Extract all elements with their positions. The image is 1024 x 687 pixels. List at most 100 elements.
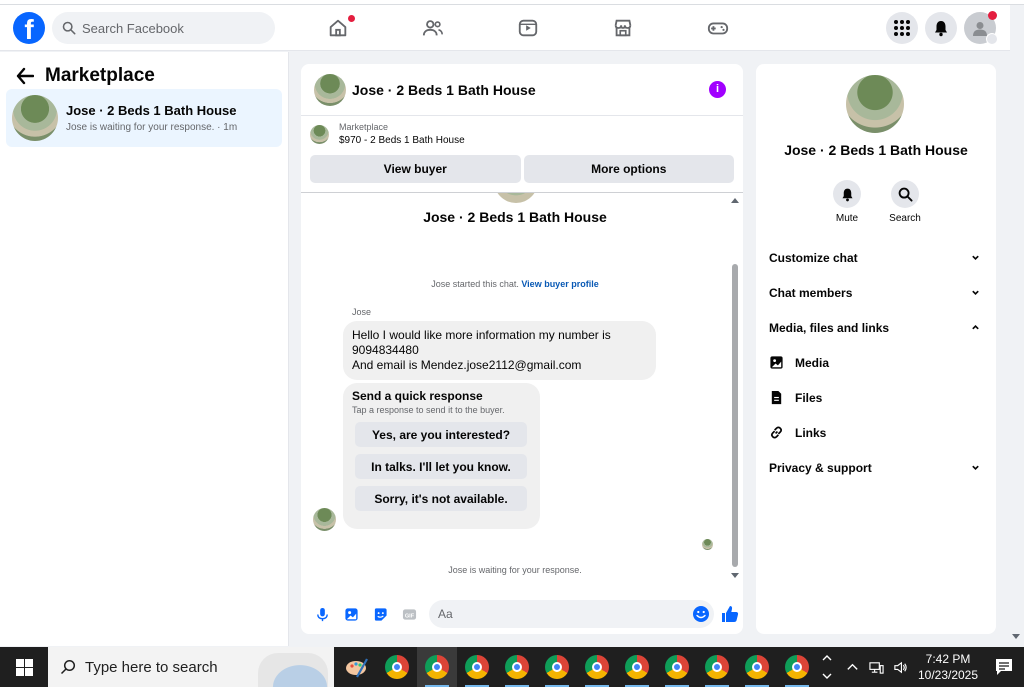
taskbar-search-box[interactable]: Type here to search — [48, 647, 334, 687]
info-icon[interactable]: i — [709, 81, 726, 98]
sticker-button[interactable] — [369, 603, 391, 625]
taskbar-app-chrome-active[interactable] — [417, 647, 457, 687]
taskbar-app-chrome[interactable] — [777, 647, 817, 687]
nav-marketplace[interactable] — [575, 5, 670, 51]
taskbar-app-chrome[interactable] — [537, 647, 577, 687]
links-row[interactable]: Links — [756, 415, 996, 450]
thumbs-up-icon[interactable] — [720, 604, 740, 624]
message-composer: GIF Aa — [301, 594, 743, 634]
volume-button[interactable] — [888, 647, 912, 687]
link-icon — [770, 426, 783, 439]
message-list: Jose · 2 Beds 1 Bath House Jose started … — [301, 193, 743, 593]
chrome-icon — [585, 655, 609, 679]
started-text: Jose started this chat. — [431, 279, 519, 289]
nav-gaming[interactable] — [670, 5, 765, 51]
clock-date: 10/23/2025 — [917, 668, 979, 682]
page-scroll-down-arrow[interactable] — [1012, 634, 1020, 639]
taskbar-app-chrome[interactable] — [657, 647, 697, 687]
nav-friends[interactable] — [385, 5, 480, 51]
bell-icon — [935, 21, 947, 37]
taskbar-app-chrome[interactable] — [617, 647, 657, 687]
nav-watch[interactable] — [480, 5, 575, 51]
taskbar-app-chrome[interactable] — [697, 647, 737, 687]
taskbar-app-chrome[interactable] — [737, 647, 777, 687]
privacy-support-row[interactable]: Privacy & support — [756, 450, 996, 485]
chat-list-item[interactable]: Jose · 2 Beds 1 Bath House Jose is waiti… — [6, 89, 282, 147]
marketplace-icon — [614, 19, 631, 37]
media-files-links-label: Media, files and links — [769, 320, 890, 335]
scroll-up-arrow[interactable] — [731, 198, 739, 203]
scroll-down-arrow[interactable] — [731, 573, 739, 578]
chat-item-subtitle: Jose is waiting for your response. · 1m — [66, 122, 238, 133]
details-avatar[interactable] — [846, 75, 904, 133]
svg-text:GIF: GIF — [404, 613, 414, 619]
search-icon — [62, 21, 76, 35]
message-line[interactable]: 9094834480 — [352, 343, 647, 358]
search-icon — [898, 187, 913, 202]
menu-button[interactable] — [886, 12, 918, 44]
message-line: Hello I would like more information my n… — [352, 328, 611, 342]
quick-reply-in-talks[interactable]: In talks. I'll let you know. — [355, 454, 527, 479]
taskbar-app-paint[interactable] — [337, 647, 377, 687]
header-thumbnail[interactable] — [314, 73, 346, 106]
emoji-icon[interactable] — [692, 605, 710, 623]
microphone-icon — [316, 607, 328, 621]
view-buyer-button[interactable]: View buyer — [310, 155, 521, 183]
message-input-placeholder: Aa — [438, 607, 453, 621]
quick-reply-interested[interactable]: Yes, are you interested? — [355, 422, 527, 447]
home-notification-dot — [348, 15, 355, 22]
mute-button[interactable]: Mute — [829, 180, 865, 224]
chat-members-row[interactable]: Chat members — [756, 275, 996, 310]
search-conversation-button[interactable]: Search — [887, 180, 923, 224]
chrome-icon — [545, 655, 569, 679]
taskbar-app-chrome[interactable] — [577, 647, 617, 687]
listing-info[interactable]: Marketplace $970 - 2 Beds 1 Bath House — [301, 116, 743, 152]
files-row[interactable]: Files — [756, 380, 996, 415]
conversation-title[interactable]: Jose · 2 Beds 1 Bath House — [352, 82, 536, 98]
sender-avatar[interactable] — [313, 508, 336, 531]
seen-indicator — [702, 539, 713, 550]
grid-menu-icon — [894, 20, 910, 36]
gif-button[interactable]: GIF — [398, 603, 420, 625]
start-button[interactable] — [0, 647, 48, 687]
chrome-icon — [505, 655, 529, 679]
back-arrow-icon[interactable] — [16, 67, 34, 85]
notifications-button[interactable] — [925, 12, 957, 44]
search-facebook-input[interactable]: Search Facebook — [52, 12, 275, 44]
more-options-button[interactable]: More options — [523, 155, 734, 183]
account-chevron-icon[interactable] — [986, 33, 998, 45]
clock-time: 7:42 PM — [925, 652, 971, 666]
account-button[interactable] — [964, 11, 998, 45]
message-scrollbar[interactable] — [732, 264, 738, 567]
taskbar-app-chrome[interactable] — [457, 647, 497, 687]
taskbar-app-chrome[interactable] — [497, 647, 537, 687]
show-hidden-icons-button[interactable] — [840, 647, 864, 687]
voice-clip-button[interactable] — [311, 603, 333, 625]
media-files-links-row[interactable]: Media, files and links — [756, 310, 996, 345]
taskbar-clock[interactable]: 7:42 PM 10/23/2025 — [912, 651, 984, 683]
conversation-avatar — [494, 193, 538, 203]
chat-item-title: Jose · 2 Beds 1 Bath House — [66, 103, 237, 118]
chrome-icon — [625, 655, 649, 679]
chevron-up-icon — [846, 663, 858, 670]
view-buyer-profile-link[interactable]: View buyer profile — [521, 279, 598, 289]
search-highlight-image — [258, 653, 328, 687]
media-label: Media — [795, 355, 830, 370]
quick-reply-not-available[interactable]: Sorry, it's not available. — [355, 486, 527, 511]
file-icon — [771, 390, 782, 405]
action-center-button[interactable] — [984, 647, 1024, 687]
customize-chat-row[interactable]: Customize chat — [756, 240, 996, 275]
network-button[interactable] — [864, 647, 888, 687]
windows-logo-icon — [15, 658, 33, 676]
nav-home[interactable] — [290, 5, 385, 51]
taskbar-search-placeholder: Type here to search — [85, 658, 218, 676]
chat-members-label: Chat members — [769, 285, 853, 300]
taskbar-app-chrome[interactable] — [377, 647, 417, 687]
message-input[interactable]: Aa — [429, 600, 714, 628]
facebook-logo[interactable]: f — [13, 12, 45, 44]
attach-photo-button[interactable] — [340, 603, 362, 625]
chrome-icon — [705, 655, 729, 679]
listing-mini-thumbnail — [310, 124, 329, 144]
media-row[interactable]: Media — [756, 345, 996, 380]
taskbar-scroll-buttons[interactable] — [817, 647, 837, 687]
